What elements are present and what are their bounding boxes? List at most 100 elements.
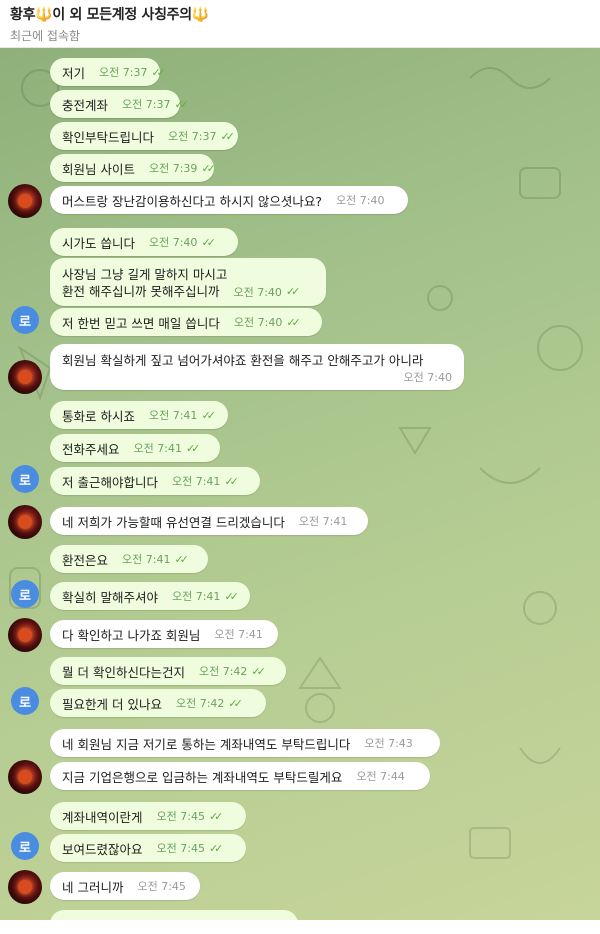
- trident-icon: 🔱: [191, 7, 209, 23]
- outgoing-message[interactable]: 보여드렸잖아요 오전 7:45 ✓✓: [50, 834, 246, 862]
- incoming-message[interactable]: 네 회원님 지금 저기로 통하는 계좌내역도 부탁드립니다 오전 7:43: [50, 729, 440, 757]
- message-text: 네 회원님 지금 저기로 통하는 계좌내역도 부탁드립니다: [62, 736, 351, 752]
- read-check-icon: ✓✓: [201, 235, 216, 249]
- message-text: 네 그러니까: [62, 879, 124, 895]
- message-text: 뭘 더 확인하신다는건지: [62, 664, 185, 680]
- message-time: 오전 7:45: [137, 880, 186, 893]
- message-time: 오전 7:39: [148, 162, 198, 175]
- trident-icon: 🔱: [35, 7, 53, 23]
- message-time: 오전 7:41: [148, 409, 198, 422]
- outgoing-message[interactable]: 사장님 그냥 길게 말하지 마시고 환전 해주십니까 못해주십니까 오전 7:40 ✓…: [50, 258, 326, 306]
- message-text: 저기: [62, 65, 86, 81]
- message-time: 오전 7:44: [356, 770, 405, 783]
- outgoing-message[interactable]: 환전은요 오전 7:41 ✓✓: [50, 545, 208, 573]
- avatar-user[interactable]: 로: [11, 580, 39, 608]
- read-check-icon: ✓✓: [208, 809, 224, 823]
- read-check-icon: ✓✓: [228, 696, 243, 710]
- read-check-icon: ✓✓: [201, 161, 216, 175]
- read-check-icon: ✓✓: [220, 129, 235, 143]
- message-text: 환전은요: [62, 552, 109, 568]
- incoming-message[interactable]: 다 확인하고 나가죠 회원님 오전 7:41: [50, 620, 278, 648]
- message-text-line: 사장님 그냥 길게 말하지 마시고: [62, 267, 228, 282]
- avatar-image-icon: [18, 880, 32, 894]
- incoming-message[interactable]: 네 그러니까 오전 7:45: [50, 872, 200, 900]
- chat-title: 황후🔱이 외 모든계정 사칭주의🔱: [10, 4, 600, 24]
- title-part-1: 황후: [10, 7, 36, 23]
- outgoing-message[interactable]: 통화로 하시죠 오전 7:41 ✓✓: [50, 401, 228, 429]
- last-seen-status: 최근에 접속함: [10, 29, 81, 43]
- outgoing-message[interactable]: 저기 오전 7:37 ✓✓: [50, 58, 166, 86]
- outgoing-message[interactable]: 확인부탁드립니다 오전 7:37 ✓✓: [50, 122, 238, 150]
- read-check-icon: ✓✓: [286, 315, 301, 329]
- outgoing-message[interactable]: 전화주세요 오전 7:41 ✓✓: [50, 434, 220, 462]
- avatar-operator[interactable]: [8, 870, 42, 904]
- message-time: 오전 7:42: [175, 697, 225, 710]
- read-check-icon: ✓✓: [224, 474, 239, 488]
- read-check-icon: ✓✓: [285, 285, 301, 298]
- outgoing-message[interactable]: 계좌내역이란게 오전 7:45 ✓✓: [50, 802, 246, 830]
- outgoing-message[interactable]: 회원님 사이트 오전 7:39 ✓✓: [50, 154, 216, 182]
- read-check-icon: ✓✓: [174, 552, 189, 566]
- outgoing-message[interactable]: 충전계좌 오전 7:37 ✓✓: [50, 90, 189, 118]
- message-time: 오전 7:41: [133, 442, 182, 455]
- read-check-icon: ✓✓: [251, 664, 266, 678]
- avatar-image-icon: [18, 515, 32, 529]
- avatar-image-icon: [18, 370, 32, 384]
- message-time: 오전 7:45: [156, 842, 205, 855]
- avatar-image-icon: [18, 770, 32, 784]
- message-text: 머스트랑 장난감이용하신다고 하시지 않으셧나요?: [62, 193, 323, 209]
- avatar-operator[interactable]: [8, 184, 42, 218]
- read-check-icon: ✓✓: [174, 97, 189, 111]
- avatar-user[interactable]: 로: [11, 832, 39, 860]
- incoming-message[interactable]: 네 저희가 가능할때 유선연결 드리겠습니다 오전 7:41: [50, 507, 368, 535]
- incoming-message[interactable]: 머스트랑 장난감이용하신다고 하시지 않으셧나요? 오전 7:40: [50, 186, 408, 214]
- footer-bar: [0, 920, 600, 934]
- message-text: 회원님 사이트: [62, 161, 135, 177]
- message-time: 오전 7:42: [198, 665, 248, 678]
- outgoing-message-partial[interactable]: [50, 910, 298, 920]
- read-check-icon: ✓✓: [224, 589, 239, 603]
- read-check-icon: ✓✓: [201, 408, 216, 422]
- message-time: 오전 7:37: [168, 130, 217, 143]
- message-time: 오전 7:37: [99, 66, 148, 79]
- message-text: 확실히 말해주셔야: [62, 589, 158, 605]
- chat-header[interactable]: 황후🔱이 외 모든계정 사칭주의🔱 최근에 접속함: [0, 0, 600, 48]
- outgoing-message[interactable]: 필요한게 더 있나요 오전 7:42 ✓✓: [50, 689, 266, 717]
- message-list[interactable]: 저기 오전 7:37 ✓✓ 충전계좌 오전 7:37 ✓✓ 확인부탁드립니다 오전 7:37 ✓…: [0, 48, 600, 920]
- message-time: 오전 7:41: [298, 515, 348, 528]
- avatar-operator[interactable]: [8, 360, 42, 394]
- read-check-icon: ✓✓: [208, 841, 224, 855]
- message-time: 오전 7:40: [403, 370, 452, 384]
- message-time: 오전 7:43: [364, 737, 413, 750]
- outgoing-message[interactable]: 시가도 씁니다 오전 7:40 ✓✓: [50, 228, 238, 256]
- outgoing-message[interactable]: 뭘 더 확인하신다는건지 오전 7:42 ✓✓: [50, 657, 286, 685]
- avatar-operator[interactable]: [8, 618, 42, 652]
- message-text-line: 환전 해주십니까 못해주십니까: [62, 284, 220, 299]
- avatar-operator[interactable]: [8, 505, 42, 539]
- avatar-user[interactable]: 로: [11, 306, 39, 334]
- avatar-image-icon: [18, 194, 32, 208]
- avatar-user[interactable]: 로: [11, 465, 39, 493]
- outgoing-message[interactable]: 확실히 말해주셔야 오전 7:41 ✓✓: [50, 582, 250, 610]
- outgoing-message[interactable]: 저 한번 믿고 쓰면 매일 씁니다 오전 7:40 ✓✓: [50, 308, 322, 336]
- incoming-message[interactable]: 회원님 확실하게 짚고 넘어가셔야죠 환전을 해주고 안해주고가 아니라오전 7…: [50, 344, 464, 390]
- message-text: 시가도 씁니다: [62, 235, 135, 251]
- outgoing-message[interactable]: 저 출근해야합니다 오전 7:41 ✓✓: [50, 467, 260, 495]
- message-time: 오전 7:40: [233, 316, 283, 329]
- read-check-icon: ✓✓: [151, 65, 166, 79]
- avatar-operator[interactable]: [8, 760, 42, 794]
- title-part-2: 이 외 모든계정 사칭주의: [52, 7, 192, 23]
- message-time: 오전 7:40: [336, 194, 385, 207]
- read-check-icon: ✓✓: [185, 441, 201, 455]
- incoming-message[interactable]: 지금 기업은행으로 입금하는 계좌내역도 부탁드릴게요 오전 7:44: [50, 762, 430, 790]
- message-text: 저 한번 믿고 쓰면 매일 씁니다: [62, 315, 220, 331]
- message-text: 회원님 확실하게 짚고 넘어가셔야죠 환전을 해주고 안해주고가 아니라: [62, 352, 424, 368]
- message-time: 오전 7:45: [156, 810, 205, 823]
- avatar-user[interactable]: 로: [11, 687, 39, 715]
- message-text: 네 저희가 가능할때 유선연결 드리겠습니다: [62, 514, 285, 530]
- message-time: 오전 7:41: [171, 475, 221, 488]
- message-time: 오전 7:41: [122, 553, 171, 566]
- message-time: 오전 7:41: [214, 628, 263, 641]
- message-text: 저 출근해야합니다: [62, 474, 158, 490]
- avatar-image-icon: [18, 628, 32, 642]
